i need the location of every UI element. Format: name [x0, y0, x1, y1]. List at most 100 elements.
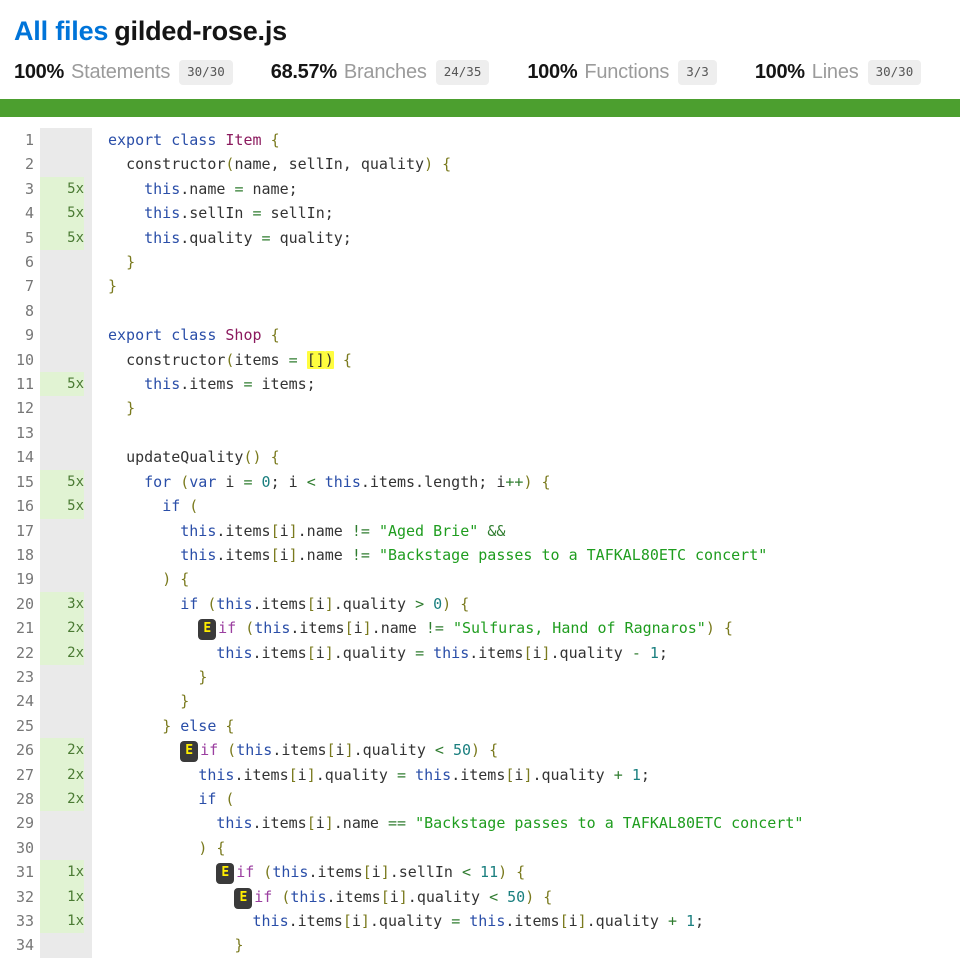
line-number: 14	[0, 445, 34, 469]
code-token: if	[218, 619, 236, 637]
code-token: this	[415, 766, 451, 784]
metric-functions-fraction: 3/3	[678, 60, 717, 85]
code-token: export	[108, 326, 162, 344]
code-indent	[108, 741, 180, 759]
code-token: .sellIn	[180, 204, 252, 222]
code-token: .quality	[180, 229, 261, 247]
code-token: {	[216, 839, 225, 857]
code-token: i	[280, 522, 289, 540]
code-token: ]	[542, 644, 551, 662]
code-line: } else {	[108, 714, 960, 738]
hit-count: 5x	[40, 201, 84, 225]
code-token: ]	[361, 912, 370, 930]
code-token	[108, 790, 198, 808]
code-indent	[108, 619, 198, 637]
metric-functions-pct: 100%	[527, 61, 577, 84]
hit-count: 5x	[40, 372, 84, 396]
line-number: 15	[0, 470, 34, 494]
code-token	[108, 351, 126, 369]
line-number: 18	[0, 543, 34, 567]
code-token: )	[442, 595, 451, 613]
code-token: 50	[453, 741, 471, 759]
branch-marker-icon[interactable]: E	[180, 741, 198, 762]
hit-count-blank	[40, 396, 84, 420]
code-token: sellIn;	[262, 204, 334, 222]
code-token: .items	[180, 375, 243, 393]
code-token	[108, 180, 144, 198]
code-token: if	[236, 863, 254, 881]
line-number: 16	[0, 494, 34, 518]
code-token: 11	[480, 863, 498, 881]
code-token: "Aged Brie"	[379, 522, 478, 540]
code-token	[108, 229, 144, 247]
code-token: <	[307, 473, 316, 491]
code-token: )	[424, 155, 433, 173]
code-token: class	[171, 326, 216, 344]
line-number-gutter: 1234567891011121314151617181920212223242…	[0, 128, 40, 958]
breadcrumb-all-files-link[interactable]: All files	[14, 16, 108, 46]
code-line: this.items[i].name != "Aged Brie" &&	[108, 519, 960, 543]
code-token: if	[198, 790, 216, 808]
code-token: .items	[253, 644, 307, 662]
code-token: [	[381, 888, 390, 906]
report-header: All filesgilded-rose.js 100% Statements …	[0, 0, 960, 85]
code-token: for	[144, 473, 171, 491]
line-number: 27	[0, 763, 34, 787]
code-token: .quality	[354, 741, 435, 759]
hit-count: 2x	[40, 738, 84, 762]
code-token	[108, 546, 180, 564]
hit-count-blank	[40, 543, 84, 567]
code-token: {	[225, 717, 234, 735]
hit-count-blank	[40, 152, 84, 176]
code-token	[108, 814, 216, 832]
code-token: this	[180, 522, 216, 540]
branch-marker-icon[interactable]: E	[198, 619, 216, 640]
code-token: this	[272, 863, 308, 881]
code-token: <	[462, 863, 471, 881]
code-line: this.items[i].quality = this.items[i].qu…	[108, 641, 960, 665]
code-token: ()	[243, 448, 261, 466]
line-number: 13	[0, 421, 34, 445]
line-number: 34	[0, 933, 34, 957]
code-token: name, sellIn, quality	[234, 155, 424, 173]
metric-branches: 68.57% Branches 24/35	[271, 60, 490, 85]
code-token: this	[144, 204, 180, 222]
branch-marker-icon[interactable]: E	[234, 888, 252, 909]
code-token	[444, 619, 453, 637]
code-line: this.items[i].name != "Backstage passes …	[108, 543, 960, 567]
code-token: Item	[225, 131, 261, 149]
code-token: 0	[433, 595, 442, 613]
code-token: =	[415, 644, 424, 662]
code-token	[406, 814, 415, 832]
code-line: constructor(items = []) {	[108, 348, 960, 372]
hit-count-blank	[40, 128, 84, 152]
code-token: "Backstage passes to a TAFKAL80ETC conce…	[415, 814, 803, 832]
code-line: ) {	[108, 836, 960, 860]
branch-marker-icon[interactable]: E	[216, 863, 234, 884]
line-number: 7	[0, 274, 34, 298]
code-token: .name	[298, 546, 352, 564]
hit-count-blank	[40, 933, 84, 957]
line-number: 26	[0, 738, 34, 762]
code-token: ; i	[271, 473, 307, 491]
metric-lines-pct: 100%	[755, 61, 805, 84]
metric-branches-label: Branches	[344, 61, 427, 84]
hit-count-blank	[40, 836, 84, 860]
code-line: this.items[i].quality = this.items[i].qu…	[108, 763, 960, 787]
metric-statements: 100% Statements 30/30	[14, 60, 233, 85]
code-token: [	[271, 546, 280, 564]
code-token: ;	[659, 644, 668, 662]
code-token: .items	[234, 766, 288, 784]
code-token: {	[343, 351, 352, 369]
code-token: updateQuality	[126, 448, 243, 466]
code-line: }	[108, 250, 960, 274]
code-line: for (var i = 0; i < this.items.length; i…	[108, 470, 960, 494]
code-token: items	[234, 351, 288, 369]
code-token: {	[542, 473, 551, 491]
code-token: {	[516, 863, 525, 881]
code-line: }	[108, 274, 960, 298]
code-token	[108, 766, 198, 784]
code-line: }	[108, 689, 960, 713]
code-line: this.items[i].quality = this.items[i].qu…	[108, 909, 960, 933]
code-token: i	[298, 766, 307, 784]
